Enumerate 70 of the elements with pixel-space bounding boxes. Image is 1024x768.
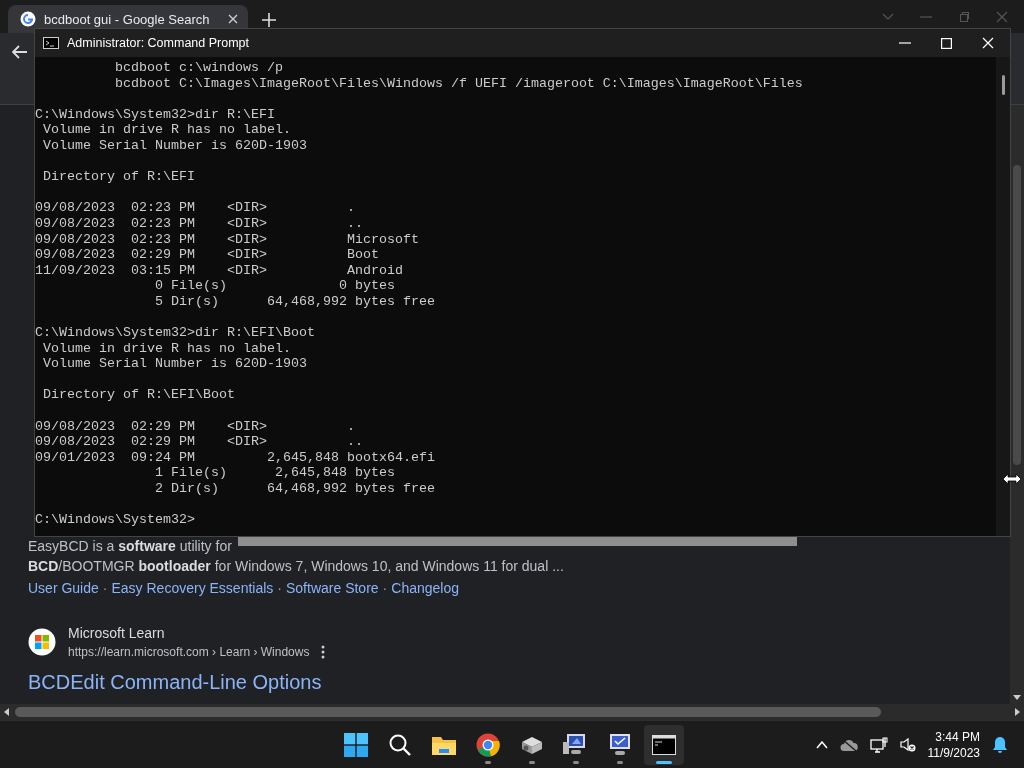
sitelink[interactable]: User Guide xyxy=(28,577,99,599)
console-line: Volume Serial Number is 620D-1903 xyxy=(42,137,308,154)
separator-dot: · xyxy=(102,579,108,598)
separator-dot: · xyxy=(382,579,388,598)
console-line: Volume in drive R has no label. xyxy=(42,340,292,357)
console-line: C:\Windows\System32>dir R:\EFI\Boot xyxy=(35,325,316,341)
snippet-text: EasyBCD is a software utility for xyxy=(28,538,232,555)
clock-date: 11/9/2023 xyxy=(927,744,980,761)
running-indicator xyxy=(617,760,623,764)
volume-muted-icon[interactable] xyxy=(899,736,916,753)
running-indicator xyxy=(529,760,535,764)
console-line: Directory of R:\EFI xyxy=(42,169,196,185)
taskbar-button[interactable] xyxy=(644,724,684,765)
bell-icon[interactable] xyxy=(992,735,1008,754)
plus-icon[interactable] xyxy=(262,13,276,27)
console-line: 1 File(s) 2,645,848 bytes xyxy=(153,465,396,482)
globe-icon xyxy=(20,11,36,27)
maximize-icon[interactable] xyxy=(941,37,952,49)
chevron-up-icon[interactable] xyxy=(815,740,828,749)
scrollbar-thumb[interactable] xyxy=(1013,165,1021,465)
scroll-right-arrow-icon[interactable] xyxy=(1015,708,1020,716)
scroll-down-arrow-icon[interactable] xyxy=(1013,695,1021,700)
console-line: 09/08/2023 02:23 PM <DIR> . xyxy=(35,200,356,216)
console-line: C:\Windows\System32>dir R:\EFI xyxy=(35,106,276,123)
console-line: 09/08/2023 02:23 PM <DIR> .. xyxy=(35,215,364,232)
cloud-off-icon[interactable] xyxy=(839,737,858,752)
back-arrow-icon[interactable] xyxy=(12,45,28,59)
console-line: 5 Dir(s) 64,468,992 bytes free xyxy=(153,293,436,310)
window-title: Administrator: Command Prompt xyxy=(67,36,250,50)
result-title-link[interactable]: BCDEdit Command-Line Options xyxy=(28,667,1010,697)
console-line: Volume Serial Number is 620D-1903 xyxy=(42,356,308,372)
console-line: C:\Windows\System32> xyxy=(35,512,196,528)
terminal-icon xyxy=(43,37,59,49)
console-line: bcdboot c:\windows /p xyxy=(113,60,284,76)
windows-logo-icon xyxy=(344,732,368,757)
network-monitor-icon[interactable] xyxy=(869,736,888,753)
console-line: 09/08/2023 02:29 PM <DIR> .. xyxy=(35,434,364,450)
browser-logo-icon xyxy=(476,732,500,757)
sitelink[interactable]: Easy Recovery Essentials xyxy=(111,577,274,599)
console-line: 0 File(s) 0 bytes xyxy=(153,278,396,294)
clock-time: 3:44 PM xyxy=(935,728,980,745)
scrollbar-thumb[interactable] xyxy=(1001,75,1005,95)
vertical-scrollbar[interactable] xyxy=(996,57,1010,536)
console-line: 09/01/2023 09:24 PM 2,645,848 bootx64.efi xyxy=(35,449,436,466)
console-line: Volume in drive R has no label. xyxy=(42,122,292,138)
scrollbar-thumb[interactable] xyxy=(15,707,881,717)
separator-dot: · xyxy=(277,579,282,598)
console-line: Directory of R:\EFI\Boot xyxy=(42,387,236,404)
site-logo-icon xyxy=(28,628,56,656)
console-line: 2 Dir(s) 64,468,992 bytes free xyxy=(153,481,436,497)
site-name: Microsoft Learn xyxy=(68,624,166,643)
terminal-icon xyxy=(652,734,676,755)
result-url: https://learn.microsoft.com › Learn › Windows xyxy=(68,644,310,661)
monitor-icon xyxy=(608,732,632,757)
running-indicator xyxy=(656,760,672,764)
snippet-text: BCD/BOOTMGR bootloader for Windows 7, Windows 10, and Windows 11 for dual ... xyxy=(28,557,565,576)
console-line: 11/09/2023 03:15 PM <DIR> Android xyxy=(35,262,404,279)
more-options-icon[interactable] xyxy=(321,645,326,659)
horizontal-scrollbar[interactable] xyxy=(0,704,1024,720)
console-line: bcdboot C:\Images\ImageRoot\Files\Windows /f UEFI /imageroot C:\Images\ImageRoot\Files xyxy=(113,75,804,92)
sitelink[interactable]: Changelog xyxy=(391,577,459,599)
console-line: 09/08/2023 02:23 PM <DIR> Microsoft xyxy=(35,231,420,248)
search-icon xyxy=(389,733,411,756)
console-line: 09/08/2023 02:29 PM <DIR> Boot xyxy=(35,247,380,263)
scroll-left-arrow-icon[interactable] xyxy=(4,708,9,716)
sitelink[interactable]: Software Store xyxy=(286,577,379,599)
clock[interactable]: 3:44 PM 11/9/2023 xyxy=(927,728,980,761)
running-indicator xyxy=(485,760,491,764)
running-indicator xyxy=(573,760,579,764)
console-line: 09/08/2023 02:29 PM <DIR> . xyxy=(35,418,356,435)
